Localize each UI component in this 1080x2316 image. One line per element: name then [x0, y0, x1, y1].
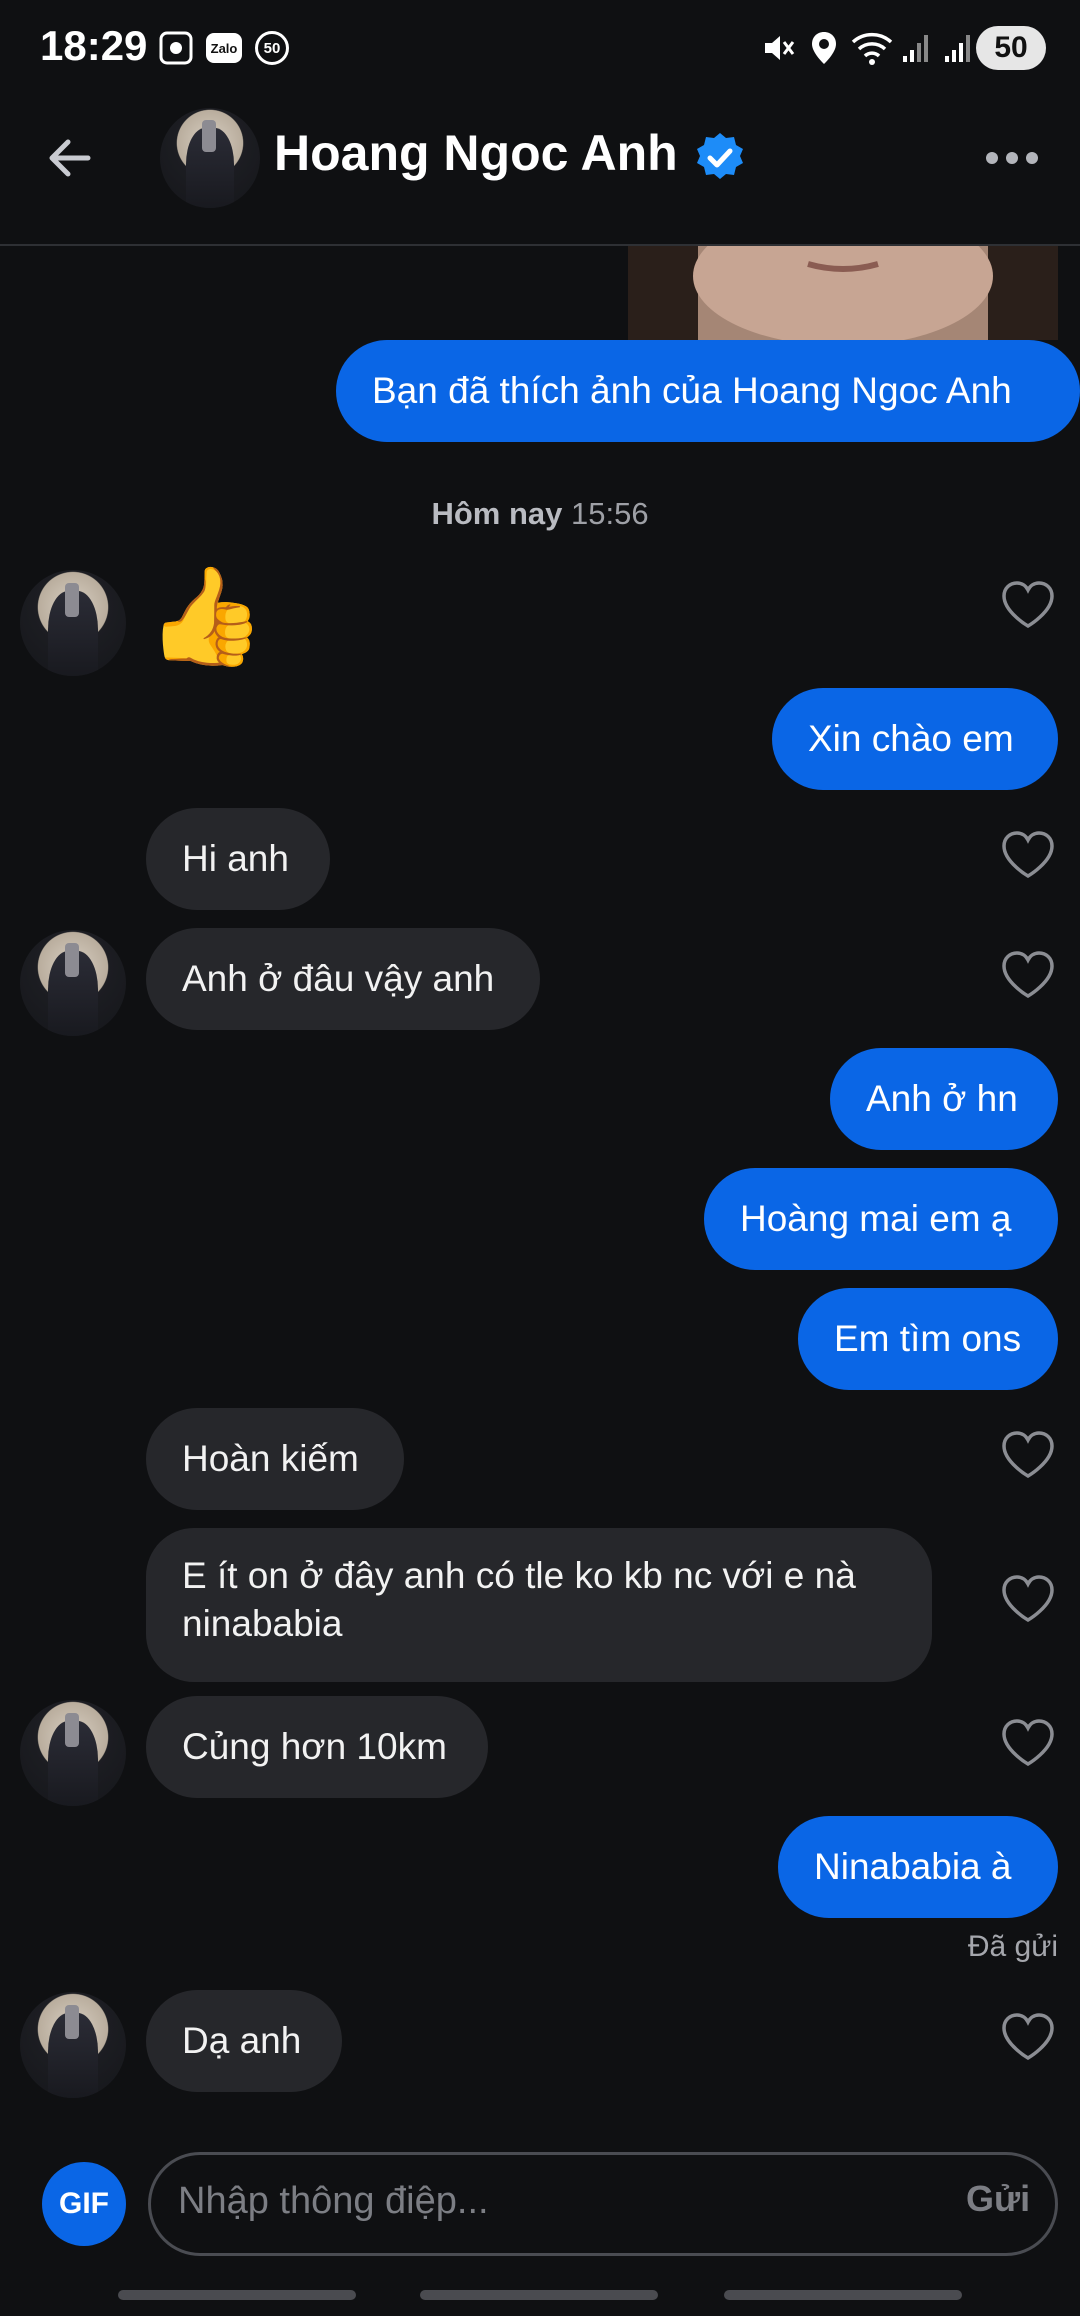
nav-indicator — [118, 2290, 356, 2300]
timestamp-day: Hôm nay — [431, 496, 563, 531]
nav-indicator — [420, 2290, 658, 2300]
timestamp: Hôm nay 15:56 — [0, 496, 1080, 532]
more-dots-icon — [986, 152, 1038, 164]
message-line: E ít on ở đây anh có tle ko kb nc với e … — [182, 1555, 856, 1596]
screenshot-icon — [156, 28, 196, 68]
incoming-message[interactable]: Hoàn kiếm — [146, 1408, 404, 1510]
like-heart-icon[interactable] — [1000, 1718, 1056, 1768]
battery-indicator: 50 — [976, 26, 1046, 70]
thumbs-up-emoji[interactable]: 👍 — [146, 562, 266, 672]
gif-button[interactable]: GIF — [42, 2162, 126, 2246]
zalo-label: Zalo — [206, 33, 242, 63]
back-button[interactable] — [44, 128, 104, 188]
incoming-message[interactable]: Củng hơn 10km — [146, 1696, 488, 1798]
like-heart-icon[interactable] — [1000, 950, 1056, 1000]
incoming-message[interactable]: Hi anh — [146, 808, 330, 910]
back-arrow-icon — [49, 139, 91, 177]
incoming-message-multiline[interactable]: E ít on ở đây anh có tle ko kb nc với e … — [146, 1528, 932, 1682]
outgoing-message[interactable]: Anh ở hn — [830, 1048, 1058, 1150]
contact-avatar[interactable] — [160, 108, 260, 208]
like-heart-icon[interactable] — [1000, 830, 1056, 880]
sender-avatar[interactable] — [20, 1700, 126, 1806]
message-line: ninababia — [182, 1603, 343, 1644]
incoming-message[interactable]: Dạ anh — [146, 1990, 342, 2092]
outgoing-message[interactable]: Xin chào em — [772, 688, 1058, 790]
timestamp-time: 15:56 — [570, 496, 649, 531]
like-heart-icon[interactable] — [1000, 1430, 1056, 1480]
badge-50-icon: 50 — [252, 28, 292, 68]
liked-photo-message[interactable]: Bạn đã thích ảnh của Hoang Ngoc Anh — [336, 340, 1080, 442]
signal-icon — [940, 28, 976, 68]
sender-avatar[interactable] — [20, 570, 126, 676]
location-icon — [804, 28, 844, 68]
contact-name[interactable]: Hoang Ngoc Anh — [274, 124, 678, 182]
sent-status: Đã gửi — [967, 1930, 1058, 1963]
signal-icon — [898, 28, 934, 68]
nav-indicator — [724, 2290, 962, 2300]
more-options-button[interactable] — [984, 148, 1040, 168]
mute-icon — [758, 28, 798, 68]
sender-avatar[interactable] — [20, 930, 126, 1036]
message-input-placeholder: Nhập thông điệp... — [178, 2180, 489, 2222]
like-heart-icon[interactable] — [1000, 580, 1056, 630]
badge-50-label: 50 — [255, 31, 289, 65]
like-heart-icon[interactable] — [1000, 2012, 1056, 2062]
incoming-message[interactable]: Anh ở đâu vậy anh — [146, 928, 540, 1030]
liked-photo-preview[interactable] — [628, 246, 1058, 340]
outgoing-message[interactable]: Hoàng mai em ạ — [704, 1168, 1058, 1270]
wifi-icon — [850, 28, 894, 68]
outgoing-message[interactable]: Em tìm ons — [798, 1288, 1058, 1390]
status-time: 18:29 — [40, 22, 148, 69]
verified-badge-icon — [692, 130, 748, 186]
outgoing-message[interactable]: Ninababia à — [778, 1816, 1058, 1918]
send-button[interactable]: Gửi — [966, 2178, 1030, 2220]
zalo-icon: Zalo — [204, 28, 244, 68]
sender-avatar[interactable] — [20, 1992, 126, 2098]
like-heart-icon[interactable] — [1000, 1574, 1056, 1624]
